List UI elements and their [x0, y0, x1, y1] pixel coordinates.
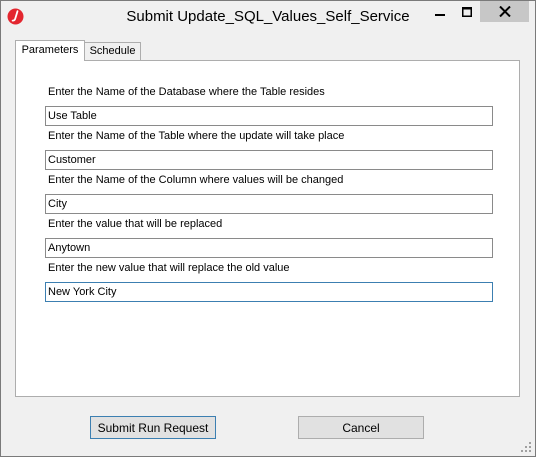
old-value-input[interactable]	[45, 238, 493, 258]
dialog-window: Submit Update_SQL_Values_Self_Service Pa…	[0, 0, 536, 457]
maximize-button[interactable]	[453, 1, 480, 22]
resize-grip-icon[interactable]	[521, 442, 532, 453]
old-value-label: Enter the value that will be replaced	[48, 218, 223, 230]
close-button[interactable]	[480, 1, 529, 22]
maximize-icon	[461, 6, 472, 17]
minimize-icon	[434, 13, 445, 16]
table-name-label: Enter the Name of the Table where the up…	[48, 130, 345, 142]
tab-parameters[interactable]: Parameters	[15, 40, 85, 61]
new-value-input[interactable]	[45, 282, 493, 302]
cancel-button[interactable]: Cancel	[298, 416, 424, 439]
column-name-input[interactable]	[45, 194, 493, 214]
submit-run-request-button[interactable]: Submit Run Request	[90, 416, 216, 439]
table-name-input[interactable]	[45, 150, 493, 170]
tab-schedule[interactable]: Schedule	[85, 42, 141, 61]
new-value-label: Enter the new value that will replace th…	[48, 262, 290, 274]
close-icon	[498, 6, 511, 17]
database-name-input[interactable]	[45, 106, 493, 126]
database-name-label: Enter the Name of the Database where the…	[48, 86, 325, 98]
title-bar[interactable]: Submit Update_SQL_Values_Self_Service	[1, 1, 535, 32]
minimize-button[interactable]	[426, 1, 453, 22]
column-name-label: Enter the Name of the Column where value…	[48, 174, 344, 186]
